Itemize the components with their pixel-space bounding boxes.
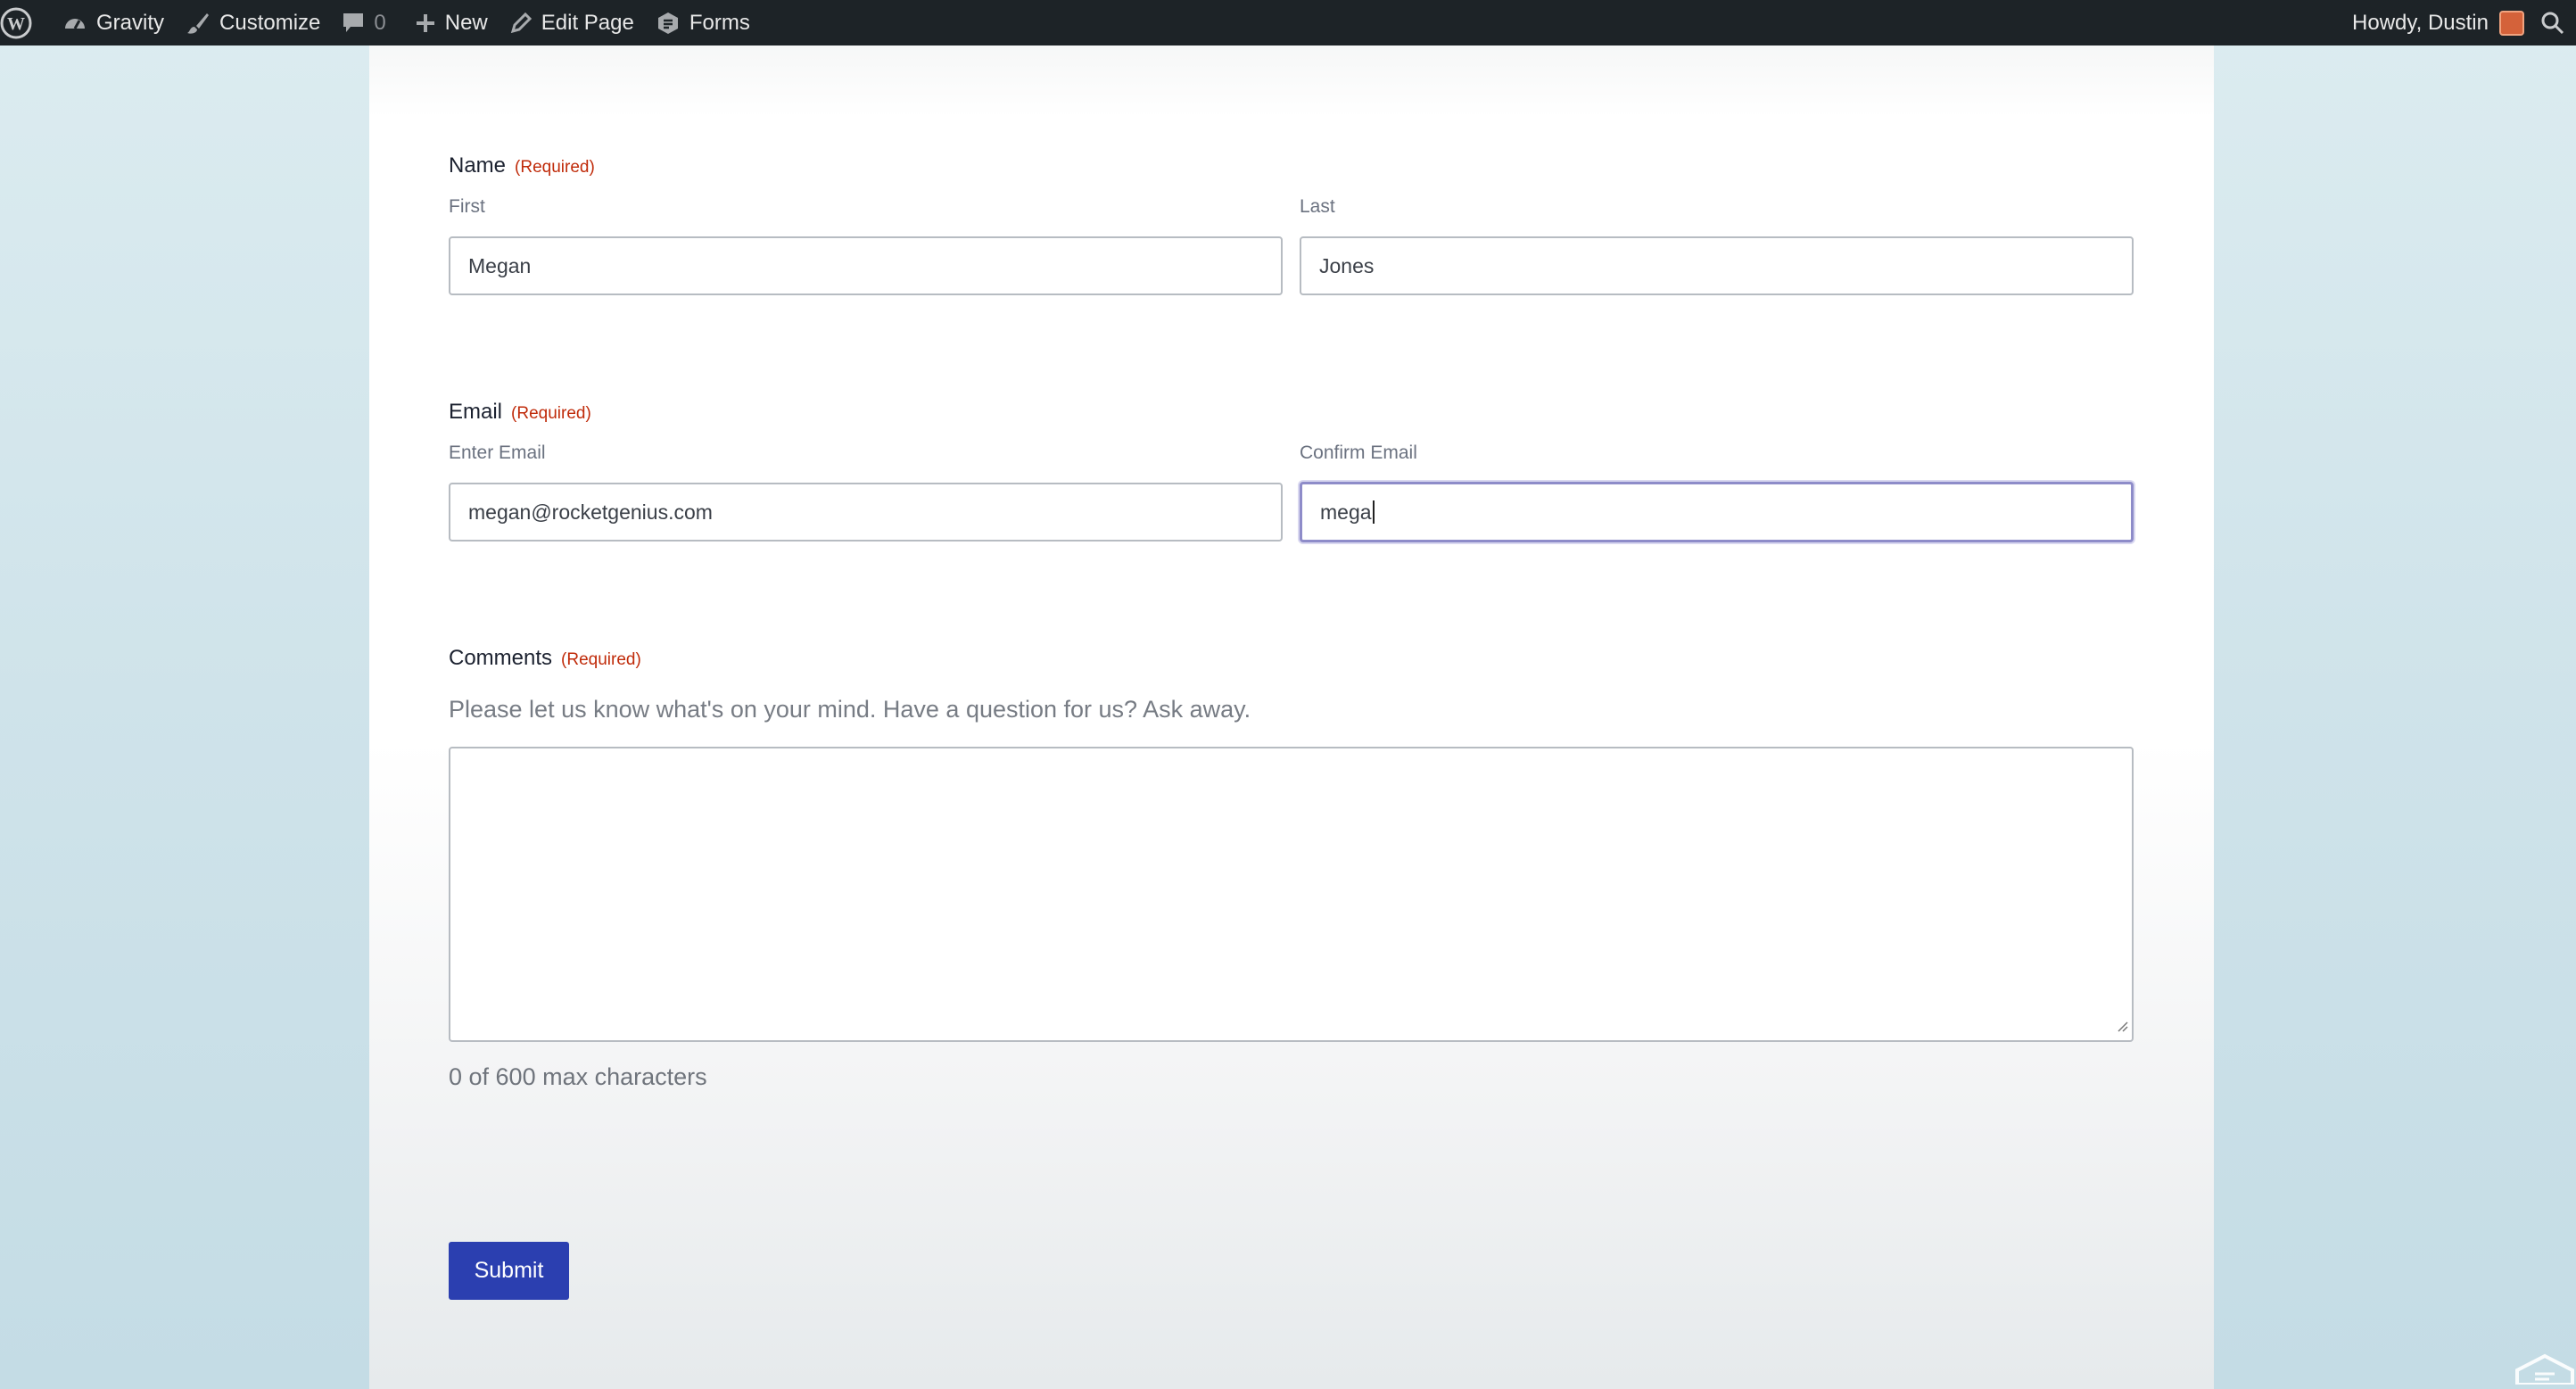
- name-field-label: Name (Required): [449, 153, 595, 178]
- email-input[interactable]: megan@rocketgenius.com: [449, 483, 1283, 542]
- character-counter: 0 of 600 max characters: [449, 1063, 707, 1090]
- site-name-label: Gravity: [96, 10, 165, 35]
- wordpress-icon: W: [0, 7, 32, 39]
- site-name-menu[interactable]: Gravity: [52, 0, 175, 45]
- comments-field-label: Comments (Required): [449, 646, 641, 671]
- comments-link[interactable]: 0: [331, 0, 396, 45]
- edit-page-link[interactable]: Edit Page: [499, 0, 645, 45]
- comments-required-indicator: (Required): [561, 650, 641, 669]
- first-name-sublabel: First: [449, 196, 485, 217]
- email-label-text: Email: [449, 400, 503, 424]
- plus-icon: [415, 12, 436, 34]
- forms-menu[interactable]: Forms: [645, 0, 761, 45]
- page-content: Name (Required) First Last Megan Jones E…: [369, 45, 2214, 1389]
- comments-description: Please let us know what's on your mind. …: [449, 696, 1251, 723]
- enter-email-sublabel: Enter Email: [449, 442, 546, 463]
- wordpress-logo-button[interactable]: W: [0, 0, 52, 45]
- comments-label-text: Comments: [449, 646, 553, 670]
- new-content-menu[interactable]: New: [404, 0, 499, 45]
- first-name-input[interactable]: Megan: [449, 236, 1283, 295]
- comment-bubble-icon: [342, 11, 365, 36]
- text-caret: [1372, 500, 1375, 524]
- svg-text:W: W: [7, 14, 25, 34]
- comments-count: 0: [374, 10, 386, 35]
- email-required-indicator: (Required): [511, 404, 591, 423]
- last-name-sublabel: Last: [1300, 196, 1335, 217]
- confirm-email-input[interactable]: mega: [1300, 482, 2134, 542]
- comments-textarea[interactable]: [449, 747, 2134, 1042]
- dashboard-icon: [62, 11, 87, 36]
- avatar: [2499, 10, 2524, 36]
- confirm-email-value: mega: [1320, 500, 1372, 524]
- customize-link[interactable]: Customize: [175, 0, 331, 45]
- email-value: megan@rocketgenius.com: [468, 500, 713, 524]
- last-name-value: Jones: [1319, 253, 1375, 277]
- customize-label: Customize: [219, 10, 321, 35]
- first-name-value: Megan: [468, 253, 532, 277]
- gravity-forms-corner-logo: [2514, 1349, 2576, 1389]
- edit-page-label: Edit Page: [541, 10, 634, 35]
- confirm-email-sublabel: Confirm Email: [1300, 442, 1417, 463]
- forms-label: Forms: [689, 10, 750, 35]
- new-label: New: [444, 10, 488, 35]
- name-required-indicator: (Required): [515, 158, 595, 177]
- gravity-forms-icon: [656, 11, 681, 36]
- greeting-text: Howdy, Dustin: [2352, 10, 2489, 35]
- last-name-input[interactable]: Jones: [1300, 236, 2134, 295]
- admin-bar: W Gravity Customize 0 New Edit Page Form…: [0, 0, 2576, 45]
- my-account-menu[interactable]: Howdy, Dustin: [2341, 0, 2533, 45]
- paintbrush-icon: [186, 11, 211, 36]
- email-field-label: Email (Required): [449, 400, 591, 425]
- name-label-text: Name: [449, 153, 507, 178]
- pencil-icon: [509, 12, 533, 35]
- admin-search-button[interactable]: [2533, 0, 2576, 45]
- submit-button[interactable]: Submit: [449, 1242, 569, 1300]
- resize-handle-icon[interactable]: [2116, 1020, 2128, 1037]
- search-icon: [2540, 11, 2565, 36]
